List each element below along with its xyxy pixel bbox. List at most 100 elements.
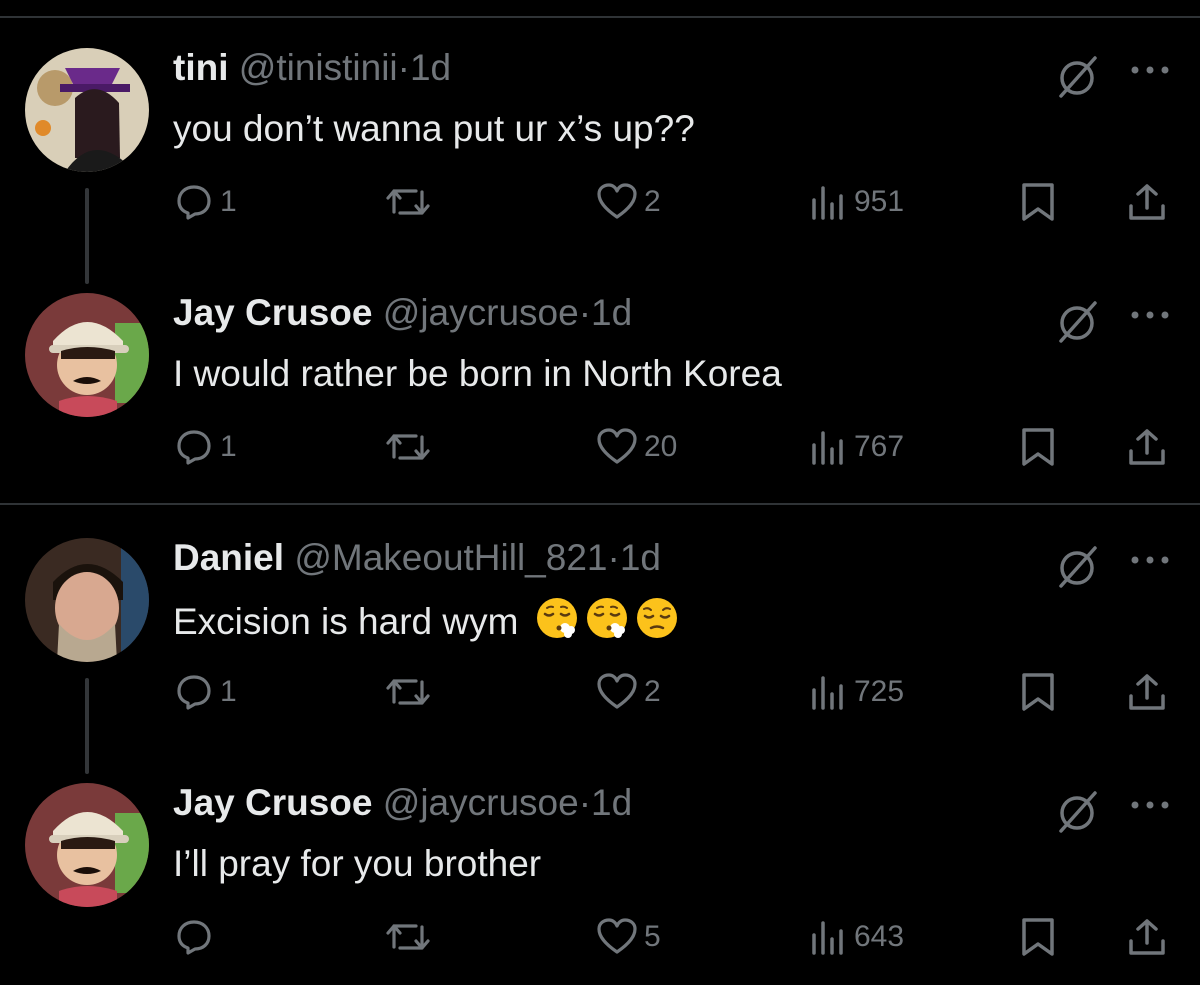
like-button[interactable]: 20 [596, 417, 677, 477]
more-options-icon[interactable] [1128, 305, 1172, 325]
more-options-icon[interactable] [1128, 60, 1172, 80]
tweet-daniel[interactable]: Daniel @MakeoutHill_821·1d Excision is h… [0, 490, 1200, 774]
grok-icon[interactable] [1053, 297, 1101, 345]
share-button[interactable] [1127, 417, 1167, 477]
tweet-header: Daniel @MakeoutHill_821·1d [173, 536, 661, 580]
grok-icon[interactable] [1053, 52, 1101, 100]
action-bar: 1 2 951 [0, 172, 1200, 232]
share-icon [1129, 674, 1165, 710]
like-count: 20 [644, 430, 678, 463]
avatar[interactable] [25, 538, 149, 662]
separator-dot: · [578, 292, 592, 333]
repost-icon [386, 434, 430, 460]
share-button[interactable] [1127, 662, 1167, 722]
action-bar: 5 643 [0, 907, 1200, 967]
reply-count: 1 [220, 430, 237, 463]
views-button[interactable]: 767 [808, 417, 904, 477]
like-button[interactable]: 2 [596, 172, 661, 232]
like-button[interactable]: 2 [596, 662, 661, 722]
user-handle[interactable]: @MakeoutHill_821 [294, 537, 607, 578]
action-bar: 1 2 725 [0, 662, 1200, 722]
timestamp[interactable]: 1d [591, 292, 632, 333]
bookmark-icon [1022, 918, 1054, 956]
views-icon [812, 186, 843, 220]
separator-dot: · [578, 782, 592, 823]
like-count: 2 [644, 185, 661, 218]
avatar[interactable] [25, 293, 149, 417]
timestamp[interactable]: 1d [620, 537, 661, 578]
tweet-text-line: Excision is hard wym [173, 596, 679, 645]
face-exhaling-emoji [536, 598, 577, 638]
repost-button[interactable] [384, 417, 438, 477]
more-options-icon[interactable] [1128, 550, 1172, 570]
tweet-text: you don’t wanna put ur x’s up?? [173, 108, 695, 149]
like-count: 2 [644, 675, 661, 708]
reply-icon [177, 920, 211, 955]
view-count: 725 [854, 675, 905, 708]
repost-button[interactable] [384, 662, 438, 722]
grok-icon[interactable] [1053, 542, 1101, 590]
heart-icon [597, 918, 637, 954]
bookmark-icon [1022, 673, 1054, 711]
repost-icon [386, 189, 430, 215]
repost-icon [386, 679, 430, 705]
views-icon [812, 431, 843, 465]
share-icon [1129, 919, 1165, 955]
view-count: 951 [854, 185, 905, 218]
share-button[interactable] [1127, 172, 1167, 232]
more-options-icon[interactable] [1128, 795, 1172, 815]
views-button[interactable]: 951 [808, 172, 904, 232]
bookmark-button[interactable] [1020, 172, 1056, 232]
reply-button[interactable]: 1 [174, 662, 237, 722]
bookmark-button[interactable] [1020, 907, 1056, 967]
user-handle[interactable]: @jaycrusoe [383, 782, 579, 823]
like-button[interactable]: 5 [596, 907, 661, 967]
user-handle[interactable]: @tinistinii [239, 47, 398, 88]
views-icon [812, 676, 843, 710]
reply-count: 1 [220, 675, 237, 708]
tweet-text: I’ll pray for you brother [173, 843, 542, 884]
bookmark-icon [1022, 428, 1054, 466]
tweet-tini[interactable]: tini @tinistinii·1d you don’t wanna put … [0, 0, 1200, 284]
reply-button[interactable] [174, 907, 220, 967]
display-name[interactable]: Jay Crusoe [173, 782, 373, 823]
reply-button[interactable]: 1 [174, 172, 237, 232]
tweet-header: Jay Crusoe @jaycrusoe·1d [173, 291, 632, 335]
face-exhaling-emoji [586, 598, 627, 638]
avatar[interactable] [25, 48, 149, 172]
heart-icon [597, 183, 637, 219]
tweet-header: Jay Crusoe @jaycrusoe·1d [173, 781, 632, 825]
reply-count: 1 [220, 185, 237, 218]
tweet-text: Excision is hard wym [173, 601, 519, 642]
views-button[interactable]: 725 [808, 662, 904, 722]
reply-button[interactable]: 1 [174, 417, 237, 477]
display-name[interactable]: tini [173, 47, 228, 88]
display-name[interactable]: Jay Crusoe [173, 292, 373, 333]
timestamp[interactable]: 1d [410, 47, 451, 88]
reply-icon [177, 675, 211, 710]
display-name[interactable]: Daniel [173, 537, 284, 578]
avatar[interactable] [25, 783, 149, 907]
timestamp[interactable]: 1d [591, 782, 632, 823]
view-count: 643 [854, 920, 905, 953]
views-icon [812, 921, 843, 955]
tweet-jay-crusoe-1[interactable]: Jay Crusoe @jaycrusoe·1d I would rather … [0, 245, 1200, 490]
tweet-jay-crusoe-2[interactable]: Jay Crusoe @jaycrusoe·1d I’ll pray for y… [0, 735, 1200, 980]
repost-button[interactable] [384, 172, 438, 232]
grok-icon[interactable] [1053, 787, 1101, 835]
reply-icon [177, 430, 211, 465]
tweet-text: I would rather be born in North Korea [173, 353, 782, 394]
like-count: 5 [644, 920, 661, 953]
user-handle[interactable]: @jaycrusoe [383, 292, 579, 333]
bookmark-button[interactable] [1020, 662, 1056, 722]
separator-dot: · [397, 47, 410, 88]
repost-button[interactable] [384, 907, 438, 967]
view-count: 767 [854, 430, 905, 463]
separator-dot: · [607, 537, 620, 578]
repost-icon [386, 924, 430, 950]
bookmark-button[interactable] [1020, 417, 1056, 477]
pensive-face-emoji [636, 598, 677, 638]
share-button[interactable] [1127, 907, 1167, 967]
share-icon [1129, 184, 1165, 220]
views-button[interactable]: 643 [808, 907, 904, 967]
